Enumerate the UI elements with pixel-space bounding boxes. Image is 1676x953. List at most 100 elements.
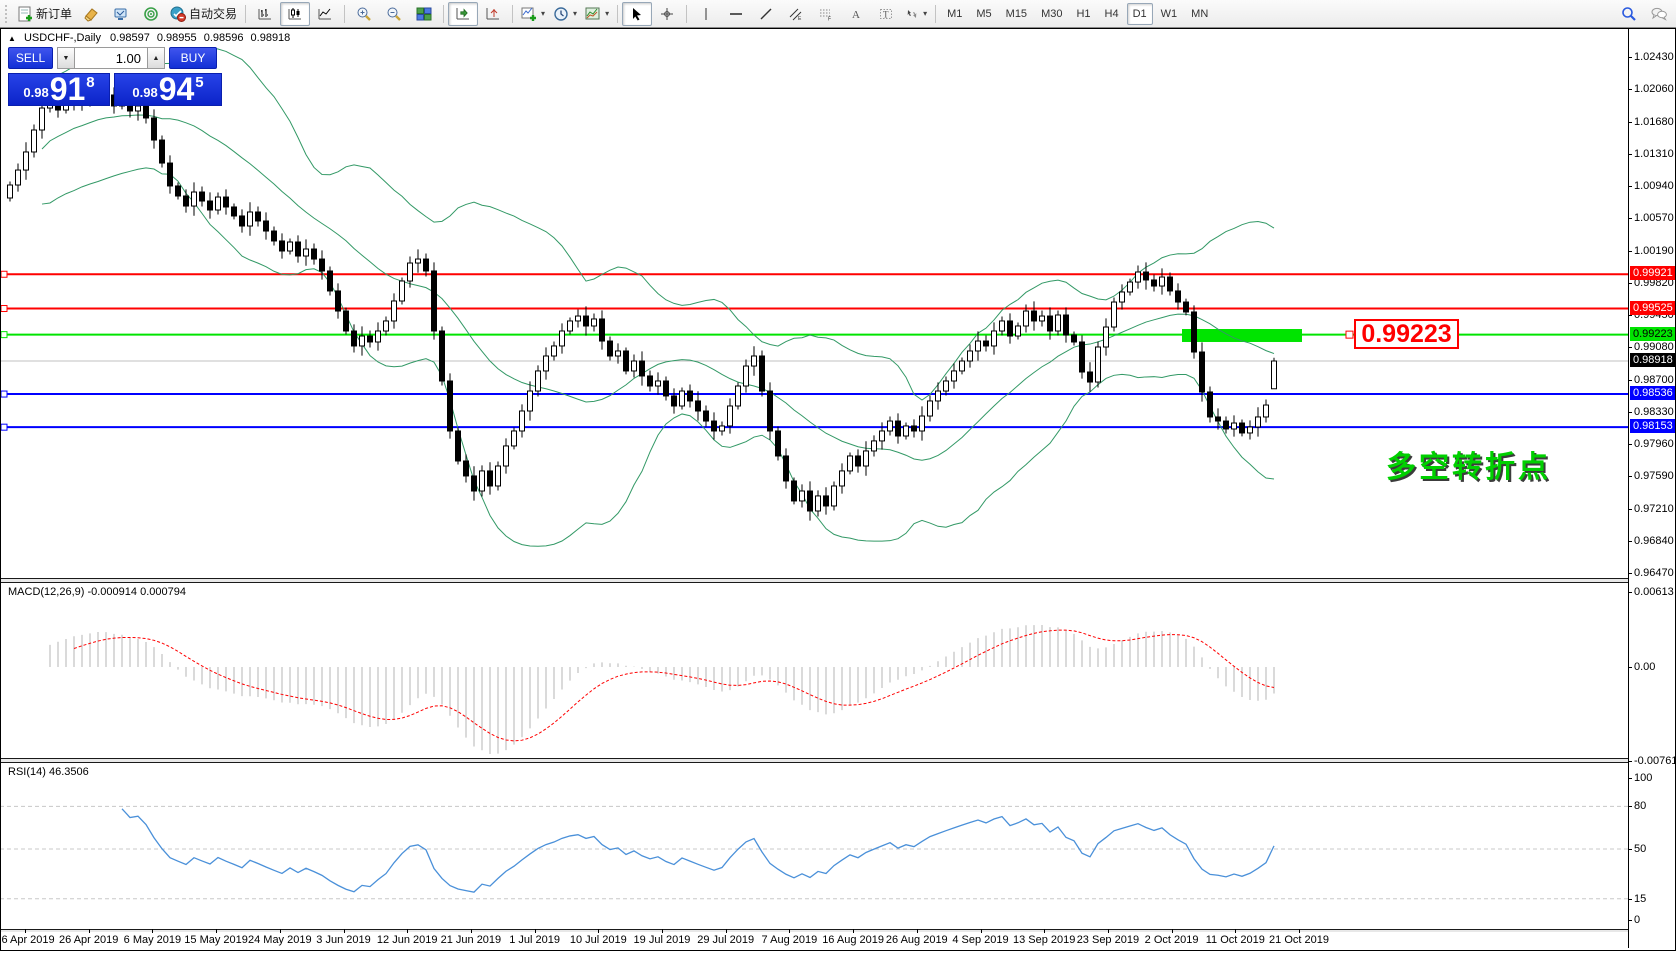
rsi-tick-label: 100: [1634, 772, 1653, 784]
collapse-trade-panel-icon[interactable]: ▲: [8, 34, 16, 43]
date-tick: [725, 929, 727, 933]
zoom-out-button[interactable]: [379, 2, 409, 26]
rsi-line: [121, 808, 1275, 893]
hline-handle[interactable]: [0, 331, 8, 339]
bar-chart-button[interactable]: [250, 2, 280, 26]
text-button[interactable]: A: [841, 2, 871, 26]
tile-windows-icon: [416, 6, 432, 22]
fibonacci-button[interactable]: F: [811, 2, 841, 26]
expert-advisors-button[interactable]: [106, 2, 136, 26]
horizontal-line-button[interactable]: [721, 2, 751, 26]
timeframe-button-M15[interactable]: M15: [1000, 3, 1033, 25]
volume-increase-button[interactable]: ▲: [147, 47, 165, 69]
signals-icon: [143, 6, 159, 22]
pane-separator-macd-rsi[interactable]: [0, 758, 1628, 763]
auto-trading-button[interactable]: 自动交易: [166, 2, 241, 26]
crosshair-button[interactable]: [652, 2, 682, 26]
signals-button[interactable]: [136, 2, 166, 26]
hline-handle[interactable]: [0, 390, 8, 398]
rsi-tick: [1628, 849, 1632, 850]
sell-button[interactable]: SELL: [8, 47, 53, 69]
date-tick: [152, 929, 154, 933]
zoom-in-button[interactable]: [349, 2, 379, 26]
equidistant-channel-button[interactable]: E: [781, 2, 811, 26]
timeframe-button-MN[interactable]: MN: [1185, 3, 1214, 25]
arrows-button[interactable]: ▾: [901, 2, 931, 26]
tile-windows-button[interactable]: [409, 2, 439, 26]
main-price-pane[interactable]: [0, 30, 1628, 578]
macd-tick-label: 0.00: [1634, 661, 1656, 673]
timeframe-button-H1[interactable]: H1: [1070, 3, 1096, 25]
hline-handle[interactable]: [0, 270, 8, 278]
volume-input[interactable]: 1.00: [75, 47, 147, 69]
styler-button[interactable]: [76, 2, 106, 26]
bollinger-bands: [41, 47, 1275, 547]
auto-trading-icon: [170, 6, 187, 22]
buy-price-big: 94: [158, 71, 195, 107]
rsi-tick-label: 0: [1634, 914, 1641, 926]
price-tick: [1628, 154, 1632, 156]
hline-handle[interactable]: [0, 423, 8, 431]
buy-price-display[interactable]: 0.98 94 5: [114, 73, 222, 106]
new-order-label: 新订单: [36, 7, 73, 21]
hline-handle[interactable]: [0, 305, 8, 313]
callout-anchor-handle[interactable]: [1345, 330, 1354, 339]
price-tick-label: 0.97210: [1634, 502, 1674, 515]
price-tick: [1628, 411, 1632, 413]
macd-pane[interactable]: [0, 583, 1628, 758]
price-tick-label: 0.99080: [1634, 341, 1674, 353]
pane-separator-main-macd[interactable]: [0, 578, 1628, 583]
search-button[interactable]: [1614, 2, 1644, 26]
volume-decrease-button[interactable]: ▼: [57, 47, 75, 69]
chart-annotation-text[interactable]: 多空转折点: [1386, 442, 1551, 486]
vertical-line-button[interactable]: [691, 2, 721, 26]
text-label-icon: T: [879, 7, 893, 21]
text-label-button[interactable]: T: [871, 2, 901, 26]
pane-separator-rsi-dates: [0, 929, 1628, 932]
price-tick: [1628, 89, 1632, 91]
buy-button[interactable]: BUY: [169, 47, 217, 69]
date-tick: [1107, 929, 1109, 933]
templates-button[interactable]: ▾: [581, 2, 613, 26]
ohlc-open: 0.98597: [110, 32, 150, 44]
date-tick: [980, 929, 982, 933]
chart-shift-button[interactable]: [478, 2, 508, 26]
timeframe-button-M1[interactable]: M1: [941, 3, 968, 25]
timeframe-button-D1[interactable]: D1: [1126, 2, 1153, 25]
price-tick-label: 0.97590: [1634, 469, 1674, 482]
price-callout-box[interactable]: 0.99223: [1354, 319, 1459, 349]
ohlc-close: 0.98918: [250, 32, 291, 44]
rsi-tick-label: 50: [1634, 843, 1647, 855]
price-tick-label: 1.00940: [1634, 180, 1674, 193]
macd-indicator-label: MACD(12,26,9) -0.000914 0.000794: [8, 586, 186, 598]
horizontal-line-icon: [729, 7, 743, 21]
current-price-tag: 0.98918: [1630, 353, 1676, 367]
trendline-button[interactable]: [751, 2, 781, 26]
timeframe-button-W1[interactable]: W1: [1155, 3, 1184, 25]
add-indicator-button[interactable]: ▾: [517, 2, 549, 26]
rsi-pane[interactable]: [0, 763, 1628, 929]
price-tick: [1628, 572, 1632, 574]
timeframe-button-H4[interactable]: H4: [1099, 3, 1125, 25]
new-order-button[interactable]: 新订单: [13, 2, 76, 26]
vertical-line-icon: [699, 7, 713, 21]
periods-button[interactable]: ▾: [549, 2, 581, 26]
date-tick: [1299, 929, 1300, 933]
timeframe-button-M5[interactable]: M5: [970, 3, 997, 25]
symbol-timeframe-label: USDCHF-,Daily: [23, 32, 101, 44]
rsi-tick: [1628, 920, 1632, 921]
timeframe-button-M30[interactable]: M30: [1035, 3, 1068, 25]
date-tick: [662, 929, 663, 933]
dropdown-caret-icon: ▾: [573, 9, 578, 18]
price-tick: [1628, 379, 1632, 381]
chat-button[interactable]: [1644, 2, 1674, 26]
zoom-out-icon: [386, 6, 402, 22]
candlestick-chart-button[interactable]: [280, 1, 311, 26]
line-chart-button[interactable]: [310, 2, 340, 26]
sell-price-display[interactable]: 0.98 91 8: [8, 73, 110, 106]
auto-scroll-button[interactable]: [448, 1, 479, 26]
highlight-zone[interactable]: [1182, 329, 1302, 342]
cursor-button[interactable]: [622, 1, 653, 26]
eraser-icon: [83, 6, 99, 22]
date-tick: [216, 929, 218, 933]
